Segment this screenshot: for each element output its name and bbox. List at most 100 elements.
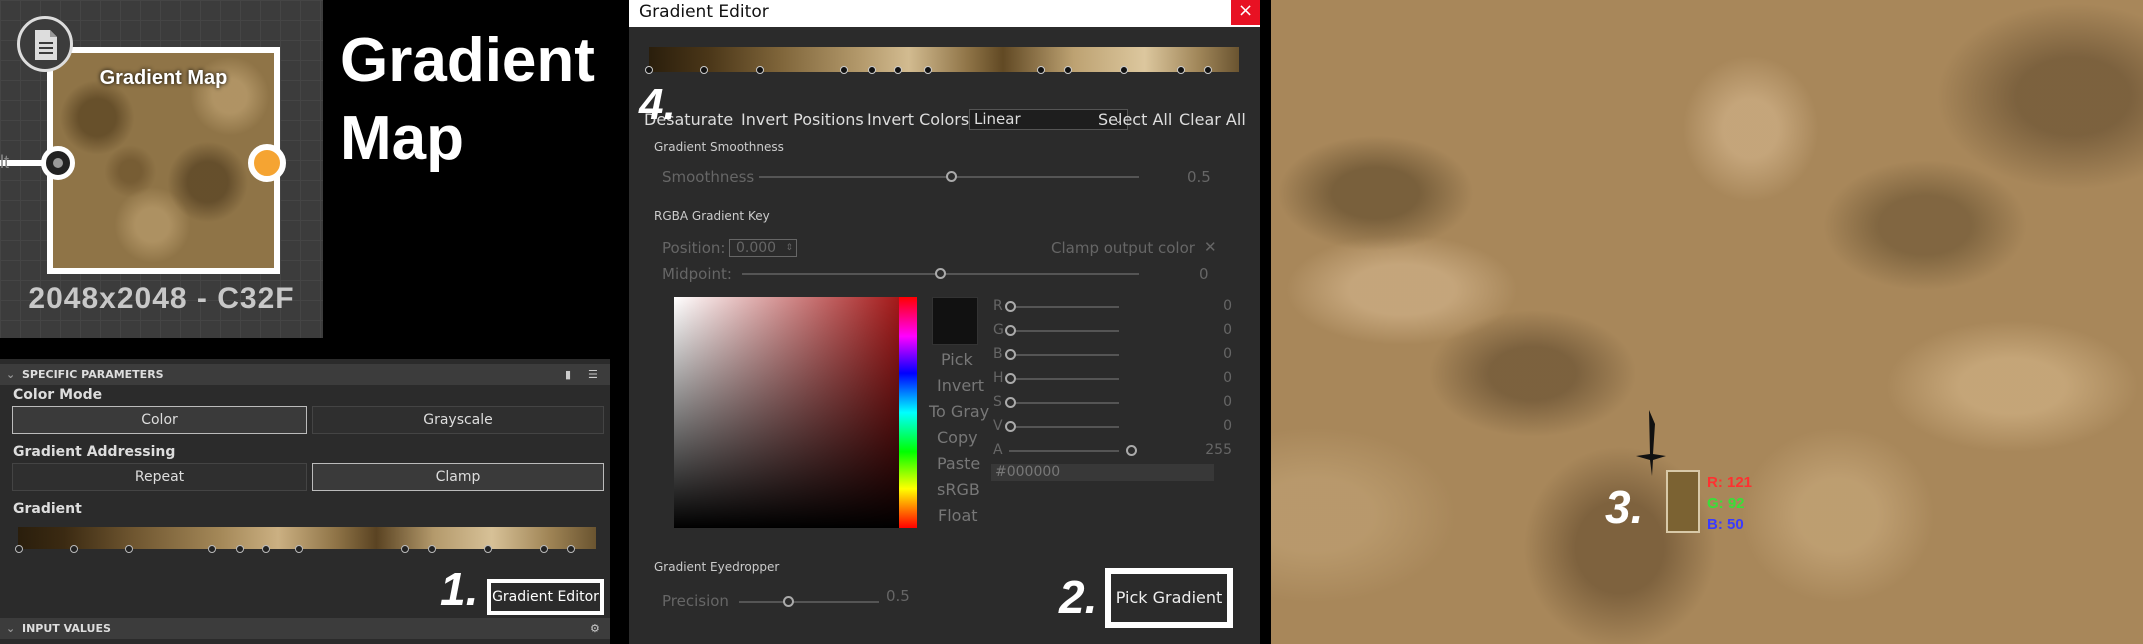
ground-texture-photo[interactable] — [1271, 0, 2143, 644]
addressing-repeat-button[interactable]: Repeat — [12, 463, 307, 491]
gradient-stop[interactable] — [262, 545, 270, 553]
gradient-stop[interactable] — [1204, 66, 1212, 74]
menu-icon[interactable]: ☰ — [588, 364, 598, 385]
gradient-stop[interactable] — [295, 545, 303, 553]
output-port[interactable] — [248, 144, 286, 182]
window-title: Gradient Editor — [629, 0, 1260, 27]
channel-r-value: 0 — [1223, 298, 1232, 314]
channel-r-label: R — [993, 298, 1003, 314]
channel-g-slider[interactable] — [1009, 330, 1119, 332]
gradient-stop[interactable] — [1037, 66, 1045, 74]
channel-r-slider[interactable] — [1009, 306, 1119, 308]
gradient-addressing-label: Gradient Addressing — [13, 444, 176, 460]
gradient-bar[interactable] — [649, 47, 1239, 72]
channel-v-value: 0 — [1223, 418, 1232, 434]
channel-g-handle[interactable] — [1005, 325, 1016, 336]
float-button[interactable]: Float — [938, 506, 978, 525]
gradient-stop[interactable] — [645, 66, 653, 74]
gradient-stop[interactable] — [236, 545, 244, 553]
sampled-color-swatch — [1666, 470, 1700, 533]
gradient-stop[interactable] — [1177, 66, 1185, 74]
gradient-stop[interactable] — [15, 545, 23, 553]
color-mode-grayscale-button[interactable]: Grayscale — [312, 406, 604, 434]
clamp-output-toggle[interactable]: ✕ — [1204, 238, 1217, 256]
gradient-stop[interactable] — [868, 66, 876, 74]
precision-label: Precision — [662, 592, 729, 610]
channel-v-slider[interactable] — [1009, 426, 1119, 428]
gradient-stop[interactable] — [401, 545, 409, 553]
channel-b-slider[interactable] — [1009, 354, 1119, 356]
channel-b-handle[interactable] — [1005, 349, 1016, 360]
properties-panel: ⌄ SPECIFIC PARAMETERS ▮ ☰ Color Mode Col… — [0, 359, 610, 644]
node-graph-canvas[interactable]: lt Gradient Map 2048x2048 - C32F — [0, 0, 323, 338]
channel-s-handle[interactable] — [1005, 397, 1016, 408]
gradient-stop[interactable] — [894, 66, 902, 74]
gradient-preview-bar[interactable] — [18, 527, 596, 549]
gradient-stop[interactable] — [208, 545, 216, 553]
current-color-swatch — [932, 297, 978, 345]
to-gray-button[interactable]: To Gray — [929, 402, 989, 421]
hue-strip[interactable] — [899, 297, 917, 528]
readout-r: R: 121 — [1707, 474, 1753, 491]
gradient-stop[interactable] — [484, 545, 492, 553]
gradient-stop[interactable] — [540, 545, 548, 553]
gradient-stop[interactable] — [924, 66, 932, 74]
gradient-stop[interactable] — [428, 545, 436, 553]
addressing-clamp-button[interactable]: Clamp — [312, 463, 604, 491]
gradient-stop[interactable] — [756, 66, 764, 74]
document-icon — [17, 16, 73, 72]
channel-h-slider[interactable] — [1009, 378, 1119, 380]
gear-icon[interactable]: ⚙ — [590, 618, 600, 639]
gradient-stop[interactable] — [700, 66, 708, 74]
gradient-stop[interactable] — [125, 545, 133, 553]
step-3-label: 3. — [1605, 481, 1644, 533]
gradient-stop[interactable] — [840, 66, 848, 74]
smoothness-label: Smoothness — [662, 168, 755, 186]
chevron-down-icon: ⌄ — [6, 368, 16, 381]
bookmark-icon[interactable]: ▮ — [565, 364, 571, 385]
readout-b: B: 50 — [1707, 516, 1744, 533]
smoothness-slider-handle[interactable] — [946, 171, 957, 182]
channel-h-value: 0 — [1223, 370, 1232, 386]
clear-all-button[interactable]: Clear All — [1179, 110, 1246, 129]
channel-a-handle[interactable] — [1126, 445, 1137, 456]
midpoint-slider-handle[interactable] — [935, 268, 946, 279]
channel-h-handle[interactable] — [1005, 373, 1016, 384]
invert-colors-button[interactable]: Invert Colors — [867, 110, 969, 129]
invert-button[interactable]: Invert — [937, 376, 984, 395]
copy-button[interactable]: Copy — [937, 428, 978, 447]
channel-g-value: 0 — [1223, 322, 1232, 338]
channel-r-handle[interactable] — [1005, 301, 1016, 312]
channel-s-slider[interactable] — [1009, 402, 1119, 404]
input-port[interactable] — [41, 146, 75, 180]
precision-slider-handle[interactable] — [783, 596, 794, 607]
gradient-stop[interactable] — [1120, 66, 1128, 74]
midpoint-label: Midpoint: — [662, 265, 732, 283]
select-all-button[interactable]: Select All — [1098, 110, 1172, 129]
channel-b-value: 0 — [1223, 346, 1232, 362]
hex-input[interactable]: #000000 — [991, 464, 1214, 481]
specific-parameters-header[interactable]: ⌄ SPECIFIC PARAMETERS ▮ ☰ — [0, 364, 610, 385]
input-values-header[interactable]: ⌄ INPUT VALUES ⚙ — [0, 618, 610, 639]
smoothness-value: 0.5 — [1187, 168, 1211, 186]
color-mode-color-button[interactable]: Color — [12, 406, 307, 434]
spinner-icon[interactable]: ⇕ — [785, 240, 793, 256]
gradient-stop[interactable] — [567, 545, 575, 553]
srgb-button[interactable]: sRGB — [937, 480, 980, 499]
close-button[interactable]: × — [1231, 0, 1260, 25]
color-mode-label: Color Mode — [13, 387, 103, 403]
gradient-stop[interactable] — [70, 545, 78, 553]
pick-button[interactable]: Pick — [941, 350, 973, 369]
paste-button[interactable]: Paste — [937, 454, 980, 473]
precision-slider[interactable] — [739, 601, 879, 603]
position-input[interactable]: 0.000 ⇕ — [729, 239, 797, 257]
channel-v-handle[interactable] — [1005, 421, 1016, 432]
precision-value: 0.5 — [886, 587, 910, 605]
channel-a-slider[interactable] — [1009, 450, 1119, 452]
gradient-stop[interactable] — [1064, 66, 1072, 74]
invert-positions-button[interactable]: Invert Positions — [741, 110, 864, 129]
gradient-editor-button[interactable]: Gradient Editor — [487, 579, 604, 615]
pick-gradient-button[interactable]: Pick Gradient — [1105, 568, 1233, 628]
gradient-map-node[interactable]: Gradient Map — [47, 47, 280, 274]
color-picker-sv[interactable] — [674, 297, 902, 528]
